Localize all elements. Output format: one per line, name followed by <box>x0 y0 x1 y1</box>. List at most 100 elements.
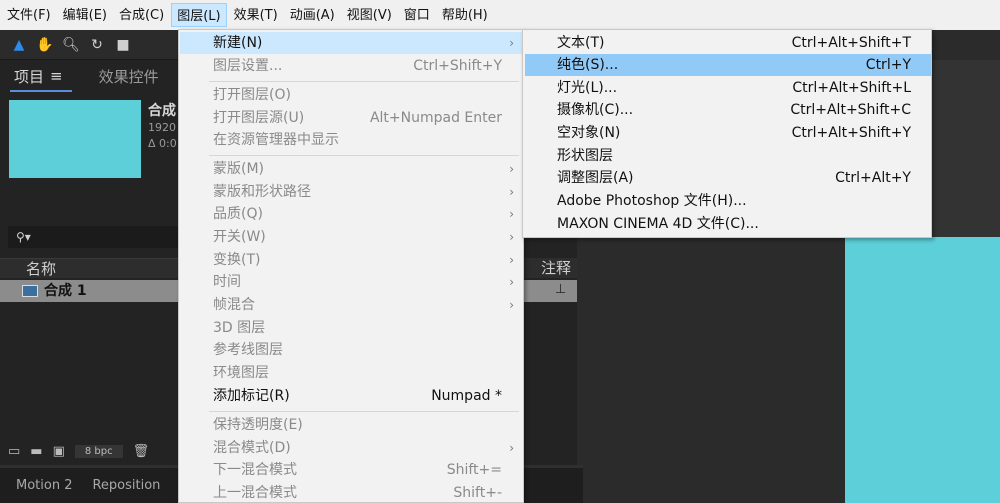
menu-item-previous-blending-mode[interactable]: 上一混合模式 Shift+- <box>180 482 522 503</box>
chevron-right-icon: › <box>509 207 514 221</box>
menu-item-label: 蒙版(M) <box>213 161 265 177</box>
submenu-item-shape-layer[interactable]: 形状图层 <box>525 145 931 167</box>
submenu-item-cinema4d-file[interactable]: MAXON CINEMA 4D 文件(C)... <box>525 213 931 235</box>
menu-item-label: 变换(T) <box>213 252 261 268</box>
comp-info: 合成 1920 Δ 0:0 <box>148 100 177 152</box>
panel-tabs: 项目 ≡ 效果控件 <box>0 60 180 92</box>
menu-view[interactable]: 视图(V) <box>342 3 397 27</box>
menu-item-label: 打开图层(O) <box>213 87 291 103</box>
submenu-item-solid[interactable]: 纯色(S)... Ctrl+Y <box>525 54 931 76</box>
layer-menu: 新建(N) › 图层设置... Ctrl+Shift+Y 打开图层(O) 打开图层源… <box>178 29 524 503</box>
project-item-row[interactable]: 合成 1 <box>0 280 180 302</box>
submenu-item-shortcut: Ctrl+Alt+Shift+T <box>791 35 911 51</box>
submenu-item-photoshop-file[interactable]: Adobe Photoshop 文件(H)... <box>525 190 931 212</box>
chevron-right-icon: › <box>509 36 514 50</box>
interpret-footage-icon[interactable]: ▭ <box>8 444 20 459</box>
submenu-item-camera[interactable]: 摄像机(C)... Ctrl+Alt+Shift+C <box>525 99 931 121</box>
composition-preview <box>845 237 1000 503</box>
menu-item-label: 帧混合 <box>213 297 255 313</box>
project-item-label: 合成 1 <box>44 283 87 299</box>
menu-item-reveal-in-explorer[interactable]: 在资源管理器中显示 <box>180 129 522 151</box>
menu-item-label: 在资源管理器中显示 <box>213 132 339 148</box>
submenu-item-label: 调整图层(A) <box>557 170 634 186</box>
menu-item-label: 添加标记(R) <box>213 388 290 404</box>
menu-item-label: 新建(N) <box>213 35 263 51</box>
new-folder-icon[interactable]: ▬ <box>30 444 42 459</box>
rotate-tool-icon[interactable]: ↻ <box>88 36 106 54</box>
tab-project[interactable]: 项目 ≡ <box>0 66 63 87</box>
menu-item-open-layer-source[interactable]: 打开图层源(U) Alt+Numpad Enter <box>180 107 522 129</box>
zoom-tool-icon[interactable]: 🔍︎ <box>62 36 80 54</box>
panel-menu-icon[interactable]: ≡ <box>50 67 63 85</box>
notes-row: ⊥ <box>523 280 577 302</box>
menu-item-switches[interactable]: 开关(W) › <box>180 226 522 248</box>
menu-edit[interactable]: 编辑(E) <box>58 3 112 27</box>
menu-animation[interactable]: 动画(A) <box>285 3 340 27</box>
comp-duration: Δ 0:0 <box>148 137 177 150</box>
menu-item-label: 时间 <box>213 274 241 290</box>
menu-item-time[interactable]: 时间 › <box>180 271 522 293</box>
comp-size: 1920 <box>148 121 176 134</box>
menu-item-frame-blending[interactable]: 帧混合 › <box>180 294 522 316</box>
menu-item-shortcut: Alt+Numpad Enter <box>369 110 502 126</box>
menu-item-3d-layer[interactable]: 3D 图层 <box>180 317 522 339</box>
submenu-item-null-object[interactable]: 空对象(N) Ctrl+Alt+Shift+Y <box>525 122 931 144</box>
menu-item-mask[interactable]: 蒙版(M) › <box>180 158 522 180</box>
hand-tool-icon[interactable]: ✋ <box>36 36 54 54</box>
submenu-item-label: 空对象(N) <box>557 125 621 141</box>
menu-bar: 文件(F) 编辑(E) 合成(C) 图层(L) 效果(T) 动画(A) 视图(V… <box>0 0 1000 30</box>
menu-item-blending-mode[interactable]: 混合模式(D) › <box>180 437 522 459</box>
menu-item-quality[interactable]: 品质(Q) › <box>180 203 522 225</box>
menu-item-label: 环境图层 <box>213 365 269 381</box>
new-composition-icon[interactable]: ▣ <box>53 444 65 459</box>
menu-item-mask-shape-path[interactable]: 蒙版和形状路径 › <box>180 181 522 203</box>
submenu-item-adjustment-layer[interactable]: 调整图层(A) Ctrl+Alt+Y <box>525 167 931 189</box>
menu-item-new[interactable]: 新建(N) › <box>180 32 522 54</box>
submenu-item-shortcut: Ctrl+Y <box>865 57 911 73</box>
menu-separator <box>209 411 519 412</box>
menu-item-open-layer[interactable]: 打开图层(O) <box>180 84 522 106</box>
menu-layer[interactable]: 图层(L) <box>171 3 227 27</box>
tab-motion2[interactable]: Motion 2 <box>16 478 72 493</box>
menu-effect[interactable]: 效果(T) <box>229 3 283 27</box>
menu-item-guide-layer[interactable]: 参考线图层 <box>180 339 522 361</box>
column-notes-header[interactable]: 注释 <box>523 258 577 278</box>
menu-item-label: 参考线图层 <box>213 342 283 358</box>
menu-item-environment-layer[interactable]: 环境图层 <box>180 362 522 384</box>
menu-item-shortcut: Shift+- <box>453 485 502 501</box>
bit-depth-button[interactable]: 8 bpc <box>74 444 123 458</box>
menu-help[interactable]: 帮助(H) <box>437 3 493 27</box>
trash-icon[interactable]: 🗑︎ <box>133 444 150 459</box>
composition-icon <box>22 285 38 297</box>
column-name-header[interactable]: 名称 <box>0 258 180 278</box>
submenu-item-label: 摄像机(C)... <box>557 102 634 118</box>
project-search-input[interactable]: ⚲▾ <box>8 226 180 248</box>
tab-effect-controls[interactable]: 效果控件 <box>63 66 159 87</box>
new-submenu: 文本(T) Ctrl+Alt+Shift+T 纯色(S)... Ctrl+Y 灯光(… <box>522 29 932 238</box>
menu-item-label: 混合模式(D) <box>213 440 291 456</box>
project-panel-footer: ▭ ▬ ▣ 8 bpc 🗑︎ <box>0 440 180 462</box>
menu-item-add-marker[interactable]: 添加标记(R) Numpad * <box>180 385 522 407</box>
submenu-item-shortcut: Ctrl+Alt+Shift+Y <box>791 125 911 141</box>
selection-tool-icon[interactable]: ▲ <box>10 36 28 54</box>
submenu-item-text[interactable]: 文本(T) Ctrl+Alt+Shift+T <box>525 32 931 54</box>
tools-toolbar: ▲ ✋ 🔍︎ ↻ ■ <box>0 30 180 60</box>
menu-item-layer-settings[interactable]: 图层设置... Ctrl+Shift+Y <box>180 55 522 77</box>
right-toolbar <box>930 30 1000 60</box>
submenu-item-light[interactable]: 灯光(L)... Ctrl+Alt+Shift+L <box>525 77 931 99</box>
menu-item-preserve-transparency[interactable]: 保持透明度(E) <box>180 414 522 436</box>
comp-name: 合成 <box>148 103 176 119</box>
menu-item-label: 品质(Q) <box>213 206 263 222</box>
camera-tool-icon[interactable]: ■ <box>114 36 132 54</box>
tab-reposition[interactable]: Reposition <box>92 478 160 493</box>
menu-window[interactable]: 窗口 <box>399 3 435 27</box>
submenu-item-label: 文本(T) <box>557 35 605 51</box>
menu-item-label: 下一混合模式 <box>213 462 297 478</box>
submenu-item-label: 灯光(L)... <box>557 80 618 96</box>
menu-item-next-blending-mode[interactable]: 下一混合模式 Shift+= <box>180 459 522 481</box>
chevron-right-icon: › <box>509 298 514 312</box>
submenu-item-label: Adobe Photoshop 文件(H)... <box>557 193 747 209</box>
menu-item-transform[interactable]: 变换(T) › <box>180 249 522 271</box>
menu-composition[interactable]: 合成(C) <box>114 3 169 27</box>
menu-file[interactable]: 文件(F) <box>2 3 56 27</box>
